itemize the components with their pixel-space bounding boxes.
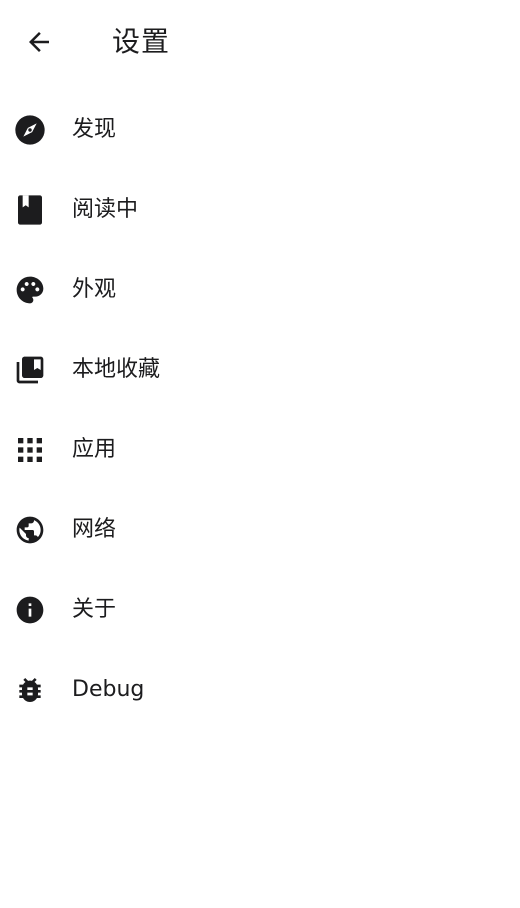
- menu-item-label: 发现: [72, 117, 117, 142]
- menu-item-label: 关于: [72, 597, 117, 622]
- compass-icon: [14, 114, 46, 146]
- menu-item-network[interactable]: 网络: [0, 490, 520, 570]
- menu-item-label: 本地收藏: [72, 357, 161, 382]
- bug-icon: [14, 674, 46, 706]
- info-icon: [14, 594, 46, 626]
- menu-item-label: Debug: [72, 677, 145, 702]
- settings-menu-list: 发现 阅读中 外观 本地收藏 应用 网络 关于 Debug: [0, 90, 520, 730]
- app-bar: 设置: [0, 0, 520, 84]
- collections-bookmark-icon: [14, 354, 46, 386]
- apps-grid-icon: [14, 434, 46, 466]
- menu-item-local-favorites[interactable]: 本地收藏: [0, 330, 520, 410]
- menu-item-app[interactable]: 应用: [0, 410, 520, 490]
- menu-item-about[interactable]: 关于: [0, 570, 520, 650]
- menu-item-debug[interactable]: Debug: [0, 650, 520, 730]
- menu-item-explore[interactable]: 发现: [0, 90, 520, 170]
- menu-item-label: 应用: [72, 437, 117, 462]
- menu-item-reading[interactable]: 阅读中: [0, 170, 520, 250]
- menu-item-label: 网络: [72, 517, 117, 542]
- menu-item-appearance[interactable]: 外观: [0, 250, 520, 330]
- page-title: 设置: [112, 25, 171, 58]
- menu-item-label: 阅读中: [72, 197, 139, 222]
- globe-icon: [14, 514, 46, 546]
- menu-item-label: 外观: [72, 277, 117, 302]
- back-button[interactable]: [14, 17, 64, 67]
- book-icon: [14, 194, 46, 226]
- arrow-back-icon: [24, 27, 54, 57]
- palette-icon: [14, 274, 46, 306]
